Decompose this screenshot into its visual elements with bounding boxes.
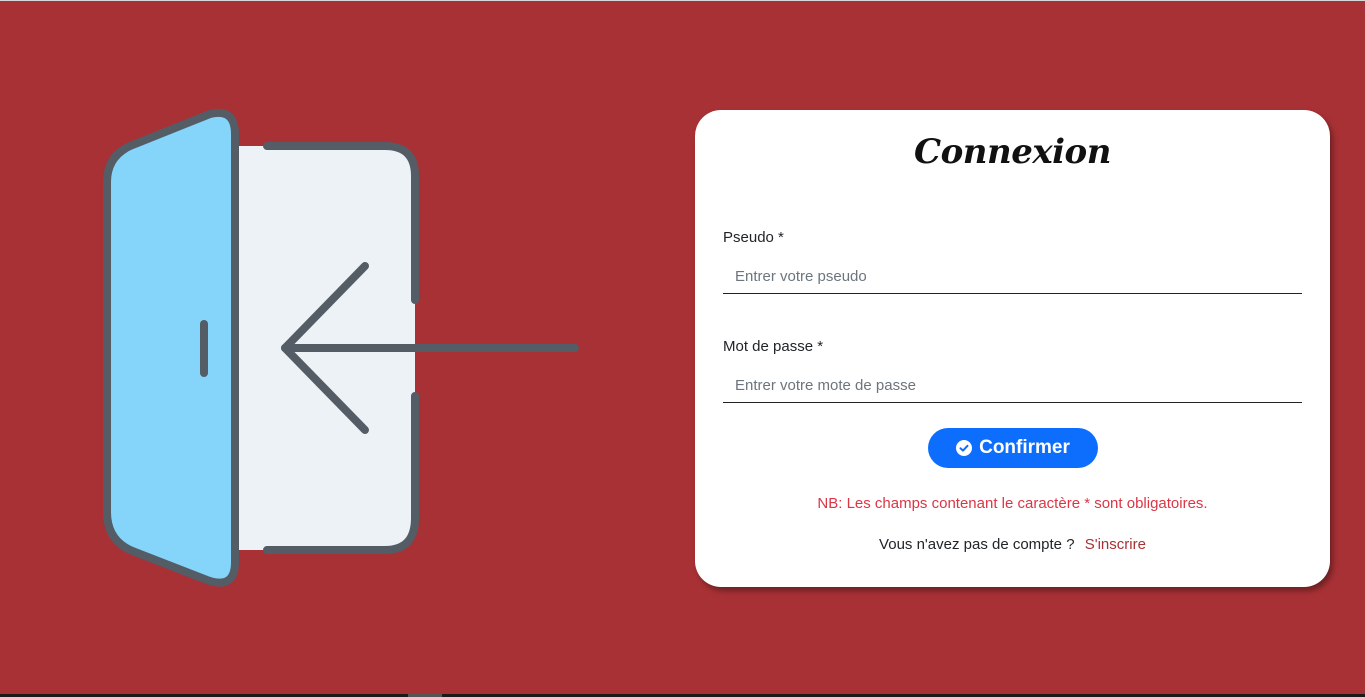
pseudo-input[interactable] — [723, 260, 1302, 294]
confirm-button[interactable]: Confirmer — [928, 428, 1098, 468]
required-fields-note: NB: Les champs contenant le caractère * … — [817, 495, 1208, 512]
door-panel — [103, 109, 239, 587]
signup-link[interactable]: S'inscrire — [1085, 536, 1146, 553]
password-label: Mot de passe * — [723, 338, 824, 355]
page-title: Connexion — [914, 132, 1111, 172]
login-card: Connexion Pseudo * Mot de passe * Confir… — [695, 110, 1330, 587]
check-circle-icon — [956, 440, 973, 456]
signup-row: Vous n'avez pas de compte ? S'inscrire — [695, 536, 1330, 553]
pseudo-label: Pseudo * — [723, 229, 784, 246]
door-exit-arrow-icon — [103, 109, 579, 587]
signup-prompt: Vous n'avez pas de compte ? — [879, 536, 1075, 553]
confirm-button-label: Confirmer — [979, 437, 1070, 458]
top-border — [0, 0, 1365, 1]
password-input[interactable] — [723, 369, 1302, 403]
